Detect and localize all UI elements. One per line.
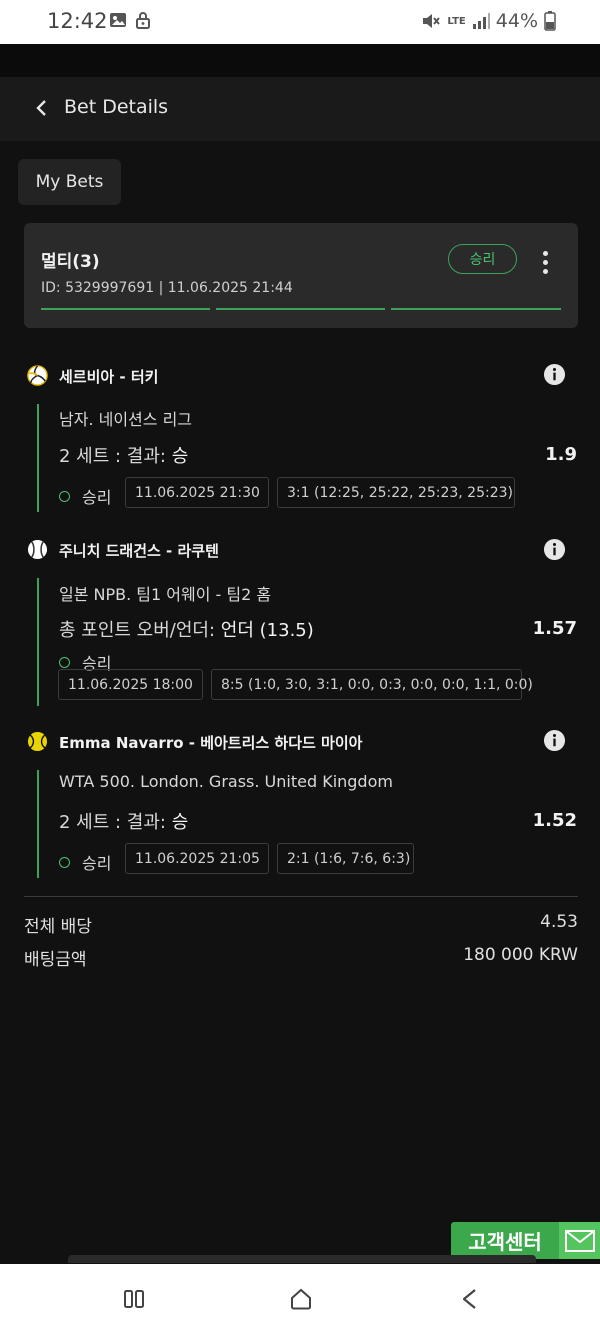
event-league: 일본 NPB. 팀1 어웨이 - 팀2 홈	[59, 585, 272, 604]
scroll-handle	[68, 1255, 536, 1263]
progress-segment	[391, 308, 561, 310]
event-status: 승리	[59, 850, 111, 874]
total-odds-value: 4.53	[540, 912, 578, 932]
event-datetime: 11.06.2025 21:30	[125, 477, 269, 508]
market-label: 2 세트 : 결과:	[59, 812, 166, 833]
event-league: 남자. 네이션스 리그	[59, 410, 193, 429]
back-arrow-icon[interactable]	[32, 97, 54, 119]
market-label: 총 포인트 오버/언더:	[59, 620, 216, 641]
event-score: 3:1 (12:25, 25:22, 25:23, 25:23)	[277, 477, 515, 508]
image-icon	[110, 13, 126, 27]
event-market: 2 세트 : 결과: 승	[59, 442, 188, 468]
event-score: 8:5 (1:0, 3:0, 3:1, 0:0, 0:3, 0:0, 0:0, …	[211, 669, 533, 700]
status-bar: 12:42 LTE 44%	[0, 0, 600, 44]
volleyball-icon	[27, 365, 48, 386]
event-accent-line	[37, 404, 39, 512]
event-odds: 1.9	[545, 444, 577, 465]
app-header: Bet Details	[0, 77, 600, 141]
market-label: 2 세트 : 결과:	[59, 446, 166, 467]
event-title: 세르비아 - 터키	[59, 368, 159, 386]
status-dot-icon	[59, 490, 70, 502]
progress-segment	[41, 308, 210, 310]
event-score: 2:1 (1:6, 7:6, 6:3)	[277, 843, 414, 874]
status-notification-icons	[109, 11, 151, 29]
summary-divider	[24, 896, 578, 897]
bet-type: 멀티(3)	[41, 252, 100, 272]
event-datetime: 11.06.2025 21:05	[125, 843, 269, 874]
event-market: 2 세트 : 결과: 승	[59, 808, 188, 834]
market-selection: 언더 (13.5)	[220, 620, 314, 641]
info-icon[interactable]	[543, 729, 566, 752]
tennis-ball-icon	[27, 731, 48, 752]
page-title: Bet Details	[64, 96, 169, 118]
baseball-icon	[27, 539, 48, 560]
system-navigation-bar	[0, 1264, 600, 1334]
info-icon[interactable]	[543, 538, 566, 561]
home-icon[interactable]	[288, 1286, 314, 1312]
lock-icon	[136, 12, 150, 29]
event-accent-line	[37, 578, 39, 706]
event-odds: 1.52	[532, 810, 577, 831]
stake-label: 배팅금액	[24, 950, 87, 970]
event-odds: 1.57	[532, 618, 577, 639]
more-options-icon[interactable]	[536, 249, 554, 283]
status-badge: 승리	[448, 244, 517, 274]
customer-center-button[interactable]: 고객센터	[451, 1222, 600, 1259]
status-dot-icon	[59, 856, 70, 868]
market-selection: 승	[171, 446, 189, 467]
event-accent-line	[37, 770, 39, 878]
my-bets-button[interactable]: My Bets	[18, 159, 121, 205]
event-status: 승리	[59, 484, 111, 508]
status-time: 12:42	[47, 9, 108, 33]
mail-icon	[559, 1222, 600, 1259]
status-system-icons: LTE 44%	[421, 10, 556, 32]
battery-percent: 44%	[495, 10, 538, 32]
lte-indicator: LTE	[447, 15, 466, 27]
mute-icon	[423, 14, 441, 28]
app-top-strip	[0, 44, 600, 77]
battery-icon	[544, 11, 556, 31]
bet-id-and-date: ID: 5329997691 | 11.06.2025 21:44	[41, 280, 293, 296]
status-dot-icon	[59, 656, 70, 668]
event-status-label: 승리	[82, 854, 112, 873]
event-league: WTA 500. London. Grass. United Kingdom	[59, 772, 393, 791]
market-selection: 승	[171, 812, 189, 833]
back-icon[interactable]	[457, 1286, 483, 1312]
recent-apps-icon[interactable]	[121, 1286, 147, 1312]
total-odds-label: 전체 배당	[24, 917, 92, 937]
bet-summary-card: 멀티(3) ID: 5329997691 | 11.06.2025 21:44 …	[24, 223, 578, 328]
signal-icon	[472, 13, 490, 29]
event-datetime: 11.06.2025 18:00	[58, 669, 203, 700]
info-icon[interactable]	[543, 363, 566, 386]
event-market: 총 포인트 오버/언더: 언더 (13.5)	[59, 616, 314, 642]
progress-segment	[216, 308, 385, 310]
stake-value: 180 000 KRW	[463, 945, 578, 965]
event-status-label: 승리	[82, 488, 112, 507]
customer-center-label: 고객센터	[451, 1222, 559, 1259]
event-title: Emma Navarro - 베아트리스 하다드 마이아	[59, 734, 363, 752]
event-title: 주니치 드래건스 - 라쿠텐	[59, 542, 219, 560]
